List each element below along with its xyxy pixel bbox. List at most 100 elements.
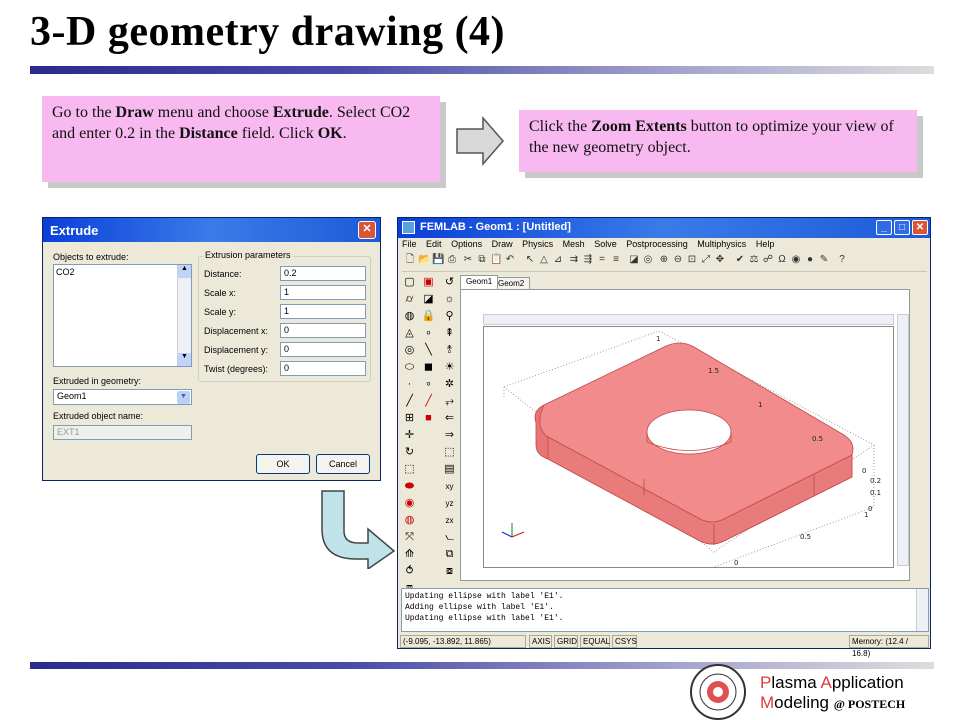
twist-field[interactable]: 0 bbox=[280, 361, 366, 376]
diagonal-icon[interactable]: ╲ bbox=[419, 342, 438, 359]
transparency-icon[interactable]: ⥅ bbox=[440, 393, 459, 410]
scroll-up-icon[interactable]: ▲ bbox=[178, 265, 191, 278]
fill-icon[interactable]: ◼ bbox=[419, 359, 438, 376]
menu-options[interactable]: Options bbox=[451, 239, 482, 249]
menu-physics[interactable]: Physics bbox=[522, 239, 553, 249]
triangle-icon[interactable]: △ bbox=[538, 254, 550, 266]
menu-edit[interactable]: Edit bbox=[426, 239, 442, 249]
save-icon[interactable]: 💾 bbox=[432, 254, 444, 266]
close-icon[interactable]: ✕ bbox=[358, 221, 376, 239]
square-icon[interactable]: ◪ bbox=[419, 291, 438, 308]
record-icon[interactable]: ● bbox=[804, 254, 816, 266]
torus-icon[interactable]: ◎ bbox=[400, 342, 419, 359]
pointer-icon[interactable]: ↖ bbox=[524, 254, 536, 266]
tree-icon[interactable]: ☍ bbox=[762, 254, 774, 266]
xy-view-icon[interactable]: xy bbox=[440, 478, 459, 495]
fly-icon[interactable]: ⇞ bbox=[440, 325, 459, 342]
axis-toggle[interactable]: AXIS bbox=[529, 635, 552, 648]
menu-draw[interactable]: Draw bbox=[492, 239, 513, 249]
print-icon[interactable]: ⎙ bbox=[446, 254, 458, 266]
copy-icon[interactable]: ⧉ bbox=[476, 254, 488, 266]
maximize-icon[interactable]: □ bbox=[894, 220, 910, 235]
minimize-icon[interactable]: _ bbox=[876, 220, 892, 235]
distance-field[interactable]: 0.2 bbox=[280, 266, 366, 281]
block-icon[interactable]: ▢ bbox=[400, 274, 419, 291]
zoom-extents-icon[interactable]: ⤢ bbox=[700, 254, 712, 266]
menu-multiphysics[interactable]: Multiphysics bbox=[697, 239, 746, 249]
cut-icon[interactable]: ✂ bbox=[462, 254, 474, 266]
headlight-icon[interactable]: ☀ bbox=[440, 359, 459, 376]
split-icon[interactable]: ⤧ bbox=[400, 529, 419, 546]
red-line-icon[interactable]: ╱ bbox=[419, 393, 438, 410]
zoom-out-icon[interactable]: ⊖ bbox=[672, 254, 684, 266]
solve-icon[interactable]: ◎ bbox=[642, 254, 654, 266]
undo-icon[interactable]: ↶ bbox=[504, 254, 516, 266]
yz-view-icon[interactable]: yz bbox=[440, 495, 459, 512]
menu-help[interactable]: Help bbox=[756, 239, 775, 249]
equation-icon[interactable]: ≡ bbox=[610, 254, 622, 266]
cone-icon[interactable]: ◬ bbox=[400, 325, 419, 342]
sphere-icon[interactable]: ◍ bbox=[400, 308, 419, 325]
union-icon[interactable]: ⬬ bbox=[400, 478, 419, 495]
paste-icon[interactable]: 📋 bbox=[490, 254, 502, 266]
copy-view-icon[interactable]: ⧉ bbox=[440, 546, 459, 563]
object-name-field[interactable]: EXT1 bbox=[53, 425, 192, 440]
menu-solve[interactable]: Solve bbox=[594, 239, 617, 249]
intersect-icon[interactable]: ◉ bbox=[400, 495, 419, 512]
equal-icon[interactable]: = bbox=[596, 254, 608, 266]
horizontal-scrollbar[interactable] bbox=[483, 314, 894, 325]
geometry-canvas[interactable]: 1 1.5 1 0.5 0 0.2 0.1 0 1 0.5 0 bbox=[483, 326, 894, 568]
omega-icon[interactable]: Ω bbox=[776, 254, 788, 266]
checkmark-icon[interactable]: ✔ bbox=[734, 254, 746, 266]
dot-icon[interactable]: ∘ bbox=[419, 325, 438, 342]
subdomain-icon[interactable]: ⇶ bbox=[582, 254, 594, 266]
zoom-window-icon[interactable]: ⊡ bbox=[686, 254, 698, 266]
chevron-down-icon[interactable]: ▼ bbox=[177, 391, 190, 404]
box-view-icon[interactable]: ▤ bbox=[440, 461, 459, 478]
paint-icon[interactable]: ✎ bbox=[818, 254, 830, 266]
array-icon[interactable]: ⊞ bbox=[400, 410, 419, 427]
extruded-in-select[interactable]: Geom1 ▼ bbox=[53, 389, 192, 405]
line-icon[interactable]: ╱ bbox=[400, 393, 419, 410]
displacement-x-field[interactable]: 0 bbox=[280, 323, 366, 338]
displacement-y-field[interactable]: 0 bbox=[280, 342, 366, 357]
ok-button[interactable]: OK bbox=[256, 454, 310, 474]
rotate-icon[interactable]: ↻ bbox=[400, 444, 419, 461]
mesh-icon[interactable]: ⊿ bbox=[552, 254, 564, 266]
scale-icon[interactable]: ⬚ bbox=[400, 461, 419, 478]
geometry-icon[interactable]: ◪ bbox=[628, 254, 640, 266]
point-icon[interactable]: · bbox=[400, 376, 419, 393]
cancel-button[interactable]: Cancel bbox=[316, 454, 370, 474]
scale-x-field[interactable]: 1 bbox=[280, 285, 366, 300]
scale-icon[interactable]: ⚖ bbox=[748, 254, 760, 266]
scroll-down-icon[interactable]: ▼ bbox=[178, 353, 191, 366]
zx-view-icon[interactable]: zx bbox=[440, 512, 459, 529]
rectangle-icon[interactable]: ▣ bbox=[419, 274, 438, 291]
log-scrollbar[interactable] bbox=[916, 589, 928, 631]
axis-view-icon[interactable]: ⦦ bbox=[440, 529, 459, 546]
boundary-icon[interactable]: ⇉ bbox=[568, 254, 580, 266]
walk-icon[interactable]: ⥉ bbox=[440, 342, 459, 359]
red-square-icon[interactable]: ■ bbox=[419, 410, 438, 427]
paste-view-icon[interactable]: ⧇ bbox=[440, 563, 459, 580]
list-item[interactable]: CO2 bbox=[54, 265, 191, 279]
vertical-scrollbar[interactable] bbox=[897, 314, 909, 566]
cube-view-icon[interactable]: ⬚ bbox=[440, 444, 459, 461]
help-icon[interactable]: ? bbox=[836, 254, 848, 266]
equal-toggle[interactable]: EQUAL bbox=[580, 635, 610, 648]
objects-listbox[interactable]: CO2 ▲ ▼ bbox=[53, 264, 192, 367]
pan-icon[interactable]: ✥ bbox=[714, 254, 726, 266]
forward-icon[interactable]: ⇒ bbox=[440, 427, 459, 444]
menu-postprocessing[interactable]: Postprocessing bbox=[626, 239, 688, 249]
move-icon[interactable]: ✛ bbox=[400, 427, 419, 444]
cylinder-icon[interactable]: ⌭ bbox=[400, 291, 419, 308]
back-icon[interactable]: ⇐ bbox=[440, 410, 459, 427]
open-icon[interactable]: 📂 bbox=[418, 254, 430, 266]
tab-geom1[interactable]: Geom1 bbox=[460, 275, 499, 289]
menu-mesh[interactable]: Mesh bbox=[563, 239, 585, 249]
close-icon[interactable]: ✕ bbox=[912, 220, 928, 235]
new-icon[interactable]: 🗋 bbox=[404, 254, 416, 266]
csys-toggle[interactable]: CSYS bbox=[612, 635, 637, 648]
objects-scrollbar[interactable]: ▲ ▼ bbox=[177, 265, 191, 366]
grid-toggle[interactable]: GRID bbox=[554, 635, 578, 648]
